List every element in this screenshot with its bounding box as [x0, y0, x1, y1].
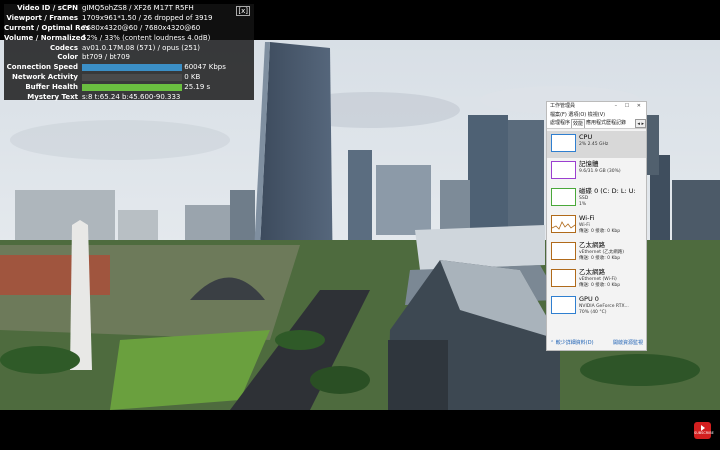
stats-value: 25.19 s	[184, 83, 211, 92]
perf-item-sub: 2% 2.45 GHz	[579, 141, 609, 147]
tab-processes[interactable]: 處理程序	[549, 119, 571, 128]
perf-item-name: 乙太網路	[579, 241, 605, 249]
perf-item-name: 記憶體	[579, 160, 599, 168]
memory-graph-thumbnail	[551, 161, 576, 179]
perf-item-sub: vEthernet (乙太網路)	[579, 249, 624, 255]
stats-value: 52% / 33% (content loudness 4.0dB)	[82, 33, 211, 42]
perf-item-info: 乙太網路 vEthernet (乙太網路) 傳送: 0 接收: 0 Kbp	[576, 241, 624, 262]
stats-value: bt709 / bt709	[82, 53, 130, 62]
perf-item-name: 乙太網路	[579, 268, 605, 276]
stats-row-buffer-health: Buffer Health 25.19 s	[4, 83, 254, 93]
connection-speed-bar	[82, 63, 182, 71]
perf-item-sub2: 傳送: 0 接收: 0 Kbp	[579, 228, 621, 234]
perf-item-sub2: 1%	[579, 201, 587, 207]
perf-item-info: GPU 0 NVIDIA GeForce RTX... 70% (40 °C)	[576, 295, 629, 316]
tab-bar: 處理程序 效能 應用程式歷程記錄 ◂ ▸	[547, 119, 646, 129]
wifi-graph-line	[552, 221, 575, 230]
disk-graph-thumbnail	[551, 188, 576, 206]
stats-key: Viewport / Frames	[6, 13, 78, 22]
stats-key: Buffer Health	[25, 83, 78, 92]
perf-item-info: CPU 2% 2.45 GHz	[576, 133, 609, 148]
perf-item-ethernet-1[interactable]: 乙太網路 vEthernet (乙太網路) 傳送: 0 接收: 0 Kbp	[547, 239, 646, 266]
stats-value: 60047 Kbps	[184, 63, 226, 72]
perf-item-info: 磁碟 0 (C: D: L: U: SSD 1%	[576, 187, 636, 208]
stats-key: Mystery Text	[27, 93, 78, 102]
perf-item-name: 磁碟 0 (C: D: L: U:	[579, 187, 636, 195]
stats-value: 1709x961*1.50 / 26 dropped of 3919	[82, 13, 213, 22]
stats-key: Network Activity	[12, 73, 78, 82]
perf-item-sub2: 傳送: 0 接收: 0 Kbp	[579, 255, 621, 261]
perf-item-memory[interactable]: 記憶體 9.6/31.9 GB (30%)	[547, 158, 646, 185]
task-manager-window[interactable]: 工作管理員 – ☐ ✕ 檔案(F) 選項(O) 檢視(V) 處理程序 效能 應用…	[546, 101, 647, 351]
subscribe-label: SUBSCRIBE	[694, 431, 714, 435]
stats-key: Current / Optimal Res	[4, 23, 90, 32]
buffer-health-bar	[82, 83, 182, 91]
perf-item-info: 記憶體 9.6/31.9 GB (30%)	[576, 160, 621, 175]
perf-item-info: 乙太網路 vEthernet (Wi-Fi) 傳送: 0 接收: 0 Kbp	[576, 268, 621, 289]
stats-key: Codecs	[49, 43, 78, 52]
perf-item-wifi[interactable]: Wi-Fi Wi-Fi 傳送: 0 接收: 0 Kbp	[547, 212, 646, 239]
stats-row-resolution: Current / Optimal Res 7680x4320@60 / 7680…	[4, 24, 254, 34]
network-activity-bar	[82, 73, 182, 81]
ethernet-graph-thumbnail	[551, 242, 576, 260]
stats-row-network-activity: Network Activity 0 KB	[4, 73, 254, 83]
stats-key: Volume / Normalized	[4, 33, 86, 42]
perf-item-name: CPU	[579, 133, 593, 141]
stats-for-nerds-panel: [x] Video ID / sCPN gIMQ5ohZS8 / XF26 M17…	[4, 4, 254, 103]
open-resource-monitor-link[interactable]: 開啟資源監視	[613, 339, 643, 346]
window-controls[interactable]: – ☐ ✕	[615, 102, 644, 111]
stats-value: 0 KB	[184, 73, 201, 82]
stats-value-wrap: 25.19 s	[82, 83, 254, 93]
fewer-details-link[interactable]: ⌃ 較少詳細資料(D)	[550, 339, 594, 346]
stats-value: s:8 t:65.24 b:45.600-90.333	[82, 93, 181, 102]
task-manager-footer: ⌃ 較少詳細資料(D) 開啟資源監視	[550, 339, 643, 346]
stats-value-wrap: 0 KB	[82, 73, 254, 83]
stats-value-wrap: 60047 Kbps	[82, 63, 254, 73]
perf-item-sub2: 傳送: 0 接收: 0 Kbp	[579, 282, 621, 288]
perf-item-name: Wi-Fi	[579, 214, 595, 222]
stats-row-connection-speed: Connection Speed 60047 Kbps	[4, 63, 254, 73]
perf-item-ethernet-2[interactable]: 乙太網路 vEthernet (Wi-Fi) 傳送: 0 接收: 0 Kbp	[547, 266, 646, 293]
ethernet-graph-thumbnail	[551, 269, 576, 287]
perf-item-sub2: 70% (40 °C)	[579, 309, 607, 315]
stats-value: av01.0.17M.08 (571) / opus (251)	[82, 43, 201, 52]
youtube-subscribe-badge[interactable]: SUBSCRIBE	[694, 422, 714, 439]
stats-key: Connection Speed	[6, 63, 78, 72]
wifi-graph-thumbnail	[551, 215, 576, 233]
gpu-graph-thumbnail	[551, 296, 576, 314]
stats-key: Video ID / sCPN	[17, 4, 78, 12]
tab-scroll-arrows[interactable]: ◂ ▸	[635, 119, 646, 128]
cpu-graph-thumbnail	[551, 134, 576, 152]
perf-item-disk[interactable]: 磁碟 0 (C: D: L: U: SSD 1%	[547, 185, 646, 212]
stats-row-viewport: Viewport / Frames 1709x961*1.50 / 26 drop…	[4, 14, 254, 24]
stats-row-mystery-text: Mystery Text s:8 t:65.24 b:45.600-90.333	[4, 93, 254, 103]
perf-item-gpu[interactable]: GPU 0 NVIDIA GeForce RTX... 70% (40 °C)	[547, 293, 646, 320]
perf-item-name: GPU 0	[579, 295, 599, 303]
task-manager-titlebar[interactable]: 工作管理員 – ☐ ✕	[547, 102, 646, 111]
perf-item-cpu[interactable]: CPU 2% 2.45 GHz	[547, 131, 646, 158]
menu-bar[interactable]: 檔案(F) 選項(O) 檢視(V)	[547, 111, 646, 119]
window-title: 工作管理員	[550, 103, 576, 109]
tab-app-history[interactable]: 應用程式歷程記錄	[585, 119, 627, 128]
tab-performance[interactable]: 效能	[571, 119, 586, 128]
perf-item-sub: NVIDIA GeForce RTX...	[579, 303, 629, 309]
stats-close-button[interactable]: [x]	[236, 6, 250, 16]
perf-item-sub: 9.6/31.9 GB (30%)	[579, 168, 621, 174]
perf-item-info: Wi-Fi Wi-Fi 傳送: 0 接收: 0 Kbp	[576, 214, 621, 235]
stats-value: 7680x4320@60 / 7680x4320@60	[82, 23, 201, 32]
stats-key: Color	[57, 53, 78, 62]
performance-list: CPU 2% 2.45 GHz 記憶體 9.6/31.9 GB (30%) 磁碟…	[547, 129, 646, 320]
stats-row-volume: Volume / Normalized 52% / 33% (content lo…	[4, 34, 254, 44]
perf-item-sub: vEthernet (Wi-Fi)	[579, 276, 617, 282]
stats-row-codecs: Codecs av01.0.17M.08 (571) / opus (251)	[4, 44, 254, 54]
stats-value: gIMQ5ohZS8 / XF26 M17T R5FH	[82, 4, 194, 12]
stats-row-color: Color bt709 / bt709	[4, 53, 254, 63]
stats-row-video-id: Video ID / sCPN gIMQ5ohZS8 / XF26 M17T R5…	[4, 4, 254, 14]
